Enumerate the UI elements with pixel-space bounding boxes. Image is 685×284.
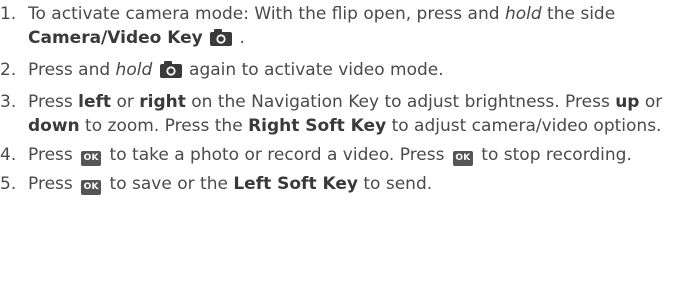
camera-icon <box>159 61 182 85</box>
ok-key-icon: OK <box>81 151 102 166</box>
step-3: 3. Press left or right on the Navigation… <box>0 90 685 138</box>
step-4: 4. Press OK to take a photo or record a … <box>0 143 685 167</box>
step-number: 5. <box>0 174 17 194</box>
step-text: to send. <box>357 174 433 194</box>
emphasis-hold: hold <box>115 60 153 80</box>
bold-left: left <box>78 92 112 112</box>
step-number: 1. <box>0 4 17 24</box>
step-number: 2. <box>0 60 17 80</box>
bold-up: up <box>615 92 640 112</box>
step-text: the side <box>541 4 616 24</box>
ok-key-icon: OK <box>452 151 473 166</box>
left-soft-key-label: Left Soft Key <box>233 174 358 194</box>
step-5: 5. Press OK to save or the Left Soft Key… <box>0 172 685 196</box>
bold-right: right <box>139 92 186 112</box>
step-number: 4. <box>0 145 17 165</box>
emphasis-hold: hold <box>504 4 542 24</box>
step-text: again to activate video mode. <box>183 60 444 80</box>
step-text: Press <box>28 174 79 194</box>
camera-icon <box>210 29 233 53</box>
steps-list: 1. To activate camera mode: With the fli… <box>0 2 685 201</box>
step-text: to adjust camera/video options. <box>386 116 662 136</box>
step-text: to save or the <box>104 174 234 194</box>
step-text: To activate camera mode: With the flip o… <box>28 4 505 24</box>
right-soft-key-label: Right Soft Key <box>248 116 387 136</box>
camera-video-key-label: Camera/Video Key <box>28 28 203 48</box>
step-text: or <box>639 92 663 112</box>
step-1: 1. To activate camera mode: With the fli… <box>0 2 685 53</box>
ok-key-icon: OK <box>81 180 102 195</box>
step-text: Press <box>28 92 79 112</box>
step-text: Press <box>28 145 79 165</box>
step-text: to take a photo or record a video. Press <box>104 145 450 165</box>
step-number: 3. <box>0 92 17 112</box>
step-text: or <box>111 92 140 112</box>
bold-down: down <box>28 116 80 136</box>
step-text: to zoom. Press the <box>79 116 249 136</box>
step-text: . <box>234 28 245 48</box>
step-text: on the Navigation Key to adjust brightne… <box>185 92 616 112</box>
step-text: to stop recording. <box>475 145 632 165</box>
step-text: Press and <box>28 60 116 80</box>
step-2: 2. Press and hold again to activate vide… <box>0 58 685 85</box>
instruction-document: 1. To activate camera mode: With the fli… <box>0 0 685 284</box>
